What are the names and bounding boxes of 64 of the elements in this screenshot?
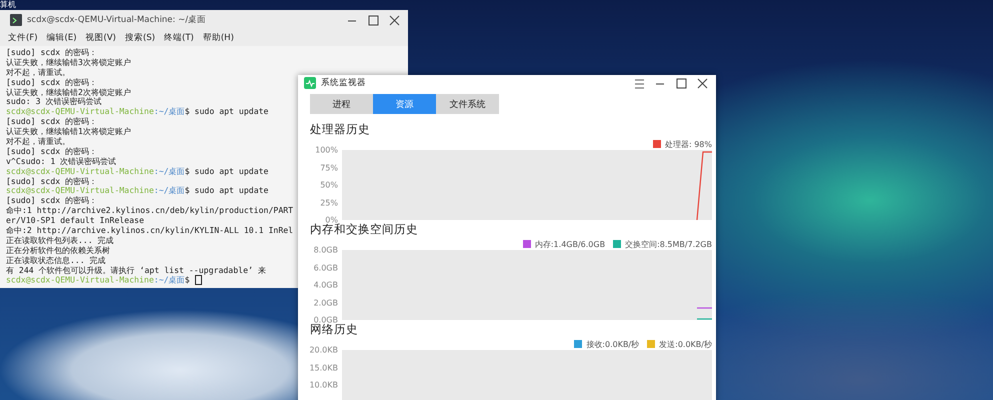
terminal-line: 正在分析软件包的依赖关系树 <box>6 246 110 256</box>
menu-item[interactable]: 视图(V) <box>86 32 116 44</box>
menu-item[interactable]: 编辑(E) <box>46 32 77 44</box>
terminal-icon <box>10 14 22 26</box>
maximize-icon[interactable] <box>366 12 380 28</box>
terminal-line: 认证失败，继续输错3次将锁定账户 <box>6 58 131 68</box>
axis-label: 20.0KB <box>309 346 338 354</box>
window-title: scdx@scdx-QEMU-Virtual-Machine: ~/桌面 <box>27 14 208 26</box>
axis-label: 0% <box>325 216 338 224</box>
axis-label: 8.0GB <box>314 246 338 254</box>
terminal-line: sudo: 3 次错误密码尝试 <box>6 97 102 108</box>
axis-label: 50% <box>320 180 338 190</box>
terminal-line: 对不起，请重试。 <box>6 68 70 78</box>
terminal-line: 对不起，请重试。 <box>6 137 70 147</box>
axis-label: 0.0GB <box>314 316 338 324</box>
terminal-prompt-line: scdx@scdx-QEMU-Virtual-Machine:~/桌面$ <box>6 275 202 286</box>
section-title: 内存和交换空间历史 <box>310 222 418 238</box>
tab[interactable]: 进程 <box>310 94 373 114</box>
terminal-line: [sudo] scdx 的密码： <box>6 78 98 88</box>
terminal-line: [sudo] scdx 的密码： <box>6 146 98 157</box>
axis-label: 100% <box>315 146 338 154</box>
terminal-prompt-line: scdx@scdx-QEMU-Virtual-Machine:~/桌面$ sudo apt update <box>6 166 268 177</box>
terminal-line: 认证失败，继续输错1次将锁定账户 <box>6 127 131 138</box>
terminal-line: v^Csudo: 1 次错误密码尝试 <box>6 156 116 167</box>
axis-label: 15.0KB <box>309 363 338 372</box>
legend-label: 接收:0.0KB/秒 <box>586 338 640 350</box>
menu-item[interactable]: 帮助(H) <box>202 32 234 44</box>
legend-label: 处理器: 98% <box>664 138 712 150</box>
terminal-prompt-line: scdx@scdx-QEMU-Virtual-Machine:~/桌面$ sudo apt update <box>6 186 268 196</box>
terminal-line: 认证失败，继续输错2次将锁定账户 <box>6 88 131 97</box>
terminal-line: 命中:2 http://archive.kylinos.cn/kylin/KYLIN-ALL 10.1 InRel <box>6 226 294 236</box>
menu-item[interactable]: 搜索(S) <box>125 32 156 44</box>
menu-item[interactable]: 文件(F) <box>8 32 38 44</box>
terminal-line: [sudo] scdx 的密码： <box>6 117 98 127</box>
axis-label: 2.0GB <box>314 298 338 307</box>
section-title: 处理器历史 <box>310 121 370 138</box>
legend-label: 交换空间:8.5MB/7.2GB <box>625 238 712 250</box>
desktop-icon-label[interactable]: 算机 <box>0 0 16 9</box>
axis-label: 10.0KB <box>309 380 338 390</box>
terminal-line: 有 244 个软件包可以升级。请执行 ‘apt list --upgradable’ 来 <box>6 266 266 276</box>
legend-label: 发送:0.0KB/秒 <box>659 338 712 350</box>
terminal-line: [sudo] scdx 的密码： <box>6 176 98 186</box>
terminal-line: [sudo] scdx 的密码： <box>6 196 98 206</box>
menu-item[interactable]: 终端(T) <box>164 32 194 44</box>
terminal-line: [sudo] scdx 的密码： <box>6 48 98 58</box>
tab[interactable]: 文件系统 <box>436 94 499 114</box>
terminal-line: 正在读取状态信息... 完成 <box>6 256 106 266</box>
terminal-line: 命中:1 http://archive2.kylinos.cn/deb/kylin/production/PART <box>6 206 294 216</box>
window-title: 系统监视器 <box>321 77 367 89</box>
axis-label: 25% <box>320 198 338 207</box>
legend-label: 内存:1.4GB/6.0GB <box>534 238 606 250</box>
graph-line <box>696 151 712 220</box>
graph-line <box>697 307 712 309</box>
axis-label: 75% <box>320 163 338 172</box>
axis-label: 6.0GB <box>314 263 338 272</box>
graph-line <box>697 318 712 320</box>
terminal-prompt-line: scdx@scdx-QEMU-Virtual-Machine:~/桌面$ sudo apt update <box>6 107 268 117</box>
close-icon[interactable] <box>386 12 402 28</box>
axis-label: 4.0GB <box>314 280 338 290</box>
maximize-icon[interactable] <box>674 76 688 90</box>
terminal-line: er/V10-SP1 default InRelease <box>6 216 144 226</box>
close-icon[interactable] <box>694 76 710 90</box>
section-title: 网络历史 <box>310 322 358 338</box>
terminal-line: 正在读取软件包列表... 完成 <box>6 236 114 246</box>
